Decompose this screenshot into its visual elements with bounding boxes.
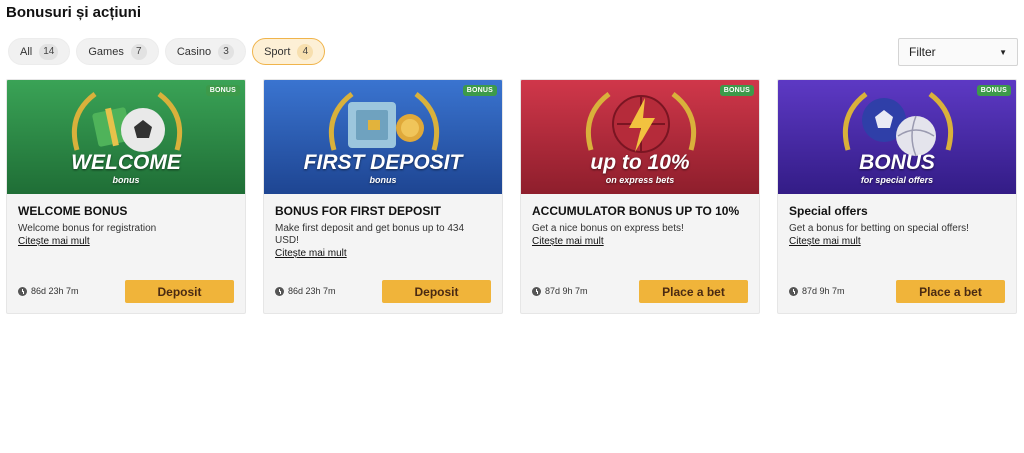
card-title: ACCUMULATOR BONUS UP TO 10% xyxy=(532,204,740,218)
banner-title: WELCOME xyxy=(71,151,181,174)
clock-icon xyxy=(532,286,541,296)
chip-label: All xyxy=(20,45,33,58)
card-title: BONUS FOR FIRST DEPOSIT xyxy=(275,204,442,218)
bonus-card-special-offers[interactable]: BONUS BONUS for special offers Special o… xyxy=(777,79,1017,314)
banner-title: BONUS xyxy=(859,151,935,174)
chip-casino[interactable]: Casino 3 xyxy=(164,38,247,65)
chip-label: Games xyxy=(88,45,124,58)
bonus-cards: BONUS WELCOME bonus WELCOME BONUS Welcom… xyxy=(6,79,1018,314)
banner-subtitle: for special offers xyxy=(860,175,934,185)
chip-count: 14 xyxy=(39,43,59,60)
countdown-value: 86d 23h 7m xyxy=(288,286,336,296)
deposit-button[interactable]: Deposit xyxy=(125,280,234,303)
countdown-timer: 87d 9h 7m xyxy=(789,286,845,296)
bonus-card-welcome[interactable]: BONUS WELCOME bonus WELCOME BONUS Welcom… xyxy=(6,79,246,314)
bonus-badge: BONUS xyxy=(205,85,240,96)
read-more-link[interactable]: Citește mai mult xyxy=(789,235,1004,248)
chip-count: 4 xyxy=(297,43,314,60)
filter-dropdown[interactable]: Filter ▼ xyxy=(898,38,1018,66)
bonus-card-first-deposit[interactable]: BONUS FIRST DEPOSIT bonus BONUS FOR FIRS… xyxy=(263,79,503,314)
card-description-block: Welcome bonus for registration Citește m… xyxy=(18,223,233,248)
card-description-block: Get a bonus for betting on special offer… xyxy=(789,223,1004,248)
countdown-value: 86d 23h 7m xyxy=(31,286,79,296)
deposit-button[interactable]: Deposit xyxy=(382,280,491,303)
banner-subtitle: bonus xyxy=(369,175,397,185)
card-banner: BONUS WELCOME bonus xyxy=(7,80,245,194)
read-more-link[interactable]: Citește mai mult xyxy=(18,235,233,248)
card-description: Get a bonus for betting on special offer… xyxy=(789,223,969,234)
bonus-badge: BONUS xyxy=(719,85,754,96)
countdown-value: 87d 9h 7m xyxy=(545,286,588,296)
card-title: WELCOME BONUS xyxy=(18,204,128,218)
card-banner: BONUS BONUS for special offers xyxy=(778,80,1016,194)
countdown-timer: 87d 9h 7m xyxy=(532,286,588,296)
filter-dropdown-value: Filter xyxy=(909,45,936,59)
chip-label: Sport xyxy=(264,45,291,58)
banner-subtitle: bonus xyxy=(112,175,140,185)
card-banner: BONUS up to 10% on express bets xyxy=(521,80,759,194)
chip-all[interactable]: All 14 xyxy=(8,38,71,65)
caret-down-icon: ▼ xyxy=(999,47,1007,57)
countdown-value: 87d 9h 7m xyxy=(802,286,845,296)
countdown-timer: 86d 23h 7m xyxy=(18,286,79,296)
chip-count: 3 xyxy=(218,43,235,60)
chip-label: Casino xyxy=(176,45,212,58)
category-filter-chips: All 14 Games 7 Casino 3 Sport 4 xyxy=(8,38,326,65)
banner-subtitle: on express bets xyxy=(605,175,675,185)
bonus-badge: BONUS xyxy=(462,85,497,96)
clock-icon xyxy=(18,286,27,296)
clock-icon xyxy=(275,286,284,296)
card-banner: BONUS FIRST DEPOSIT bonus xyxy=(264,80,502,194)
chip-games[interactable]: Games 7 xyxy=(76,38,159,65)
card-description: Welcome bonus for registration xyxy=(18,223,157,234)
banner-title: up to 10% xyxy=(590,151,690,174)
card-description: Get a nice bonus on express bets! xyxy=(532,223,684,234)
card-title: Special offers xyxy=(789,204,868,218)
place-bet-button[interactable]: Place a bet xyxy=(639,280,748,303)
clock-icon xyxy=(789,286,798,296)
banner-title: FIRST DEPOSIT xyxy=(303,151,463,174)
chip-sport[interactable]: Sport 4 xyxy=(252,38,326,65)
countdown-timer: 86d 23h 7m xyxy=(275,286,336,296)
card-description-block: Get a nice bonus on express bets! Citeșt… xyxy=(532,223,747,248)
place-bet-button[interactable]: Place a bet xyxy=(896,280,1005,303)
bonus-badge: BONUS xyxy=(976,85,1011,96)
card-description-block: Make first deposit and get bonus up to 4… xyxy=(275,223,490,260)
page-title: Bonusuri și acțiuni xyxy=(6,4,142,21)
chip-count: 7 xyxy=(130,43,147,60)
read-more-link[interactable]: Citește mai mult xyxy=(275,247,490,260)
read-more-link[interactable]: Citește mai mult xyxy=(532,235,747,248)
card-description: Make first deposit and get bonus up to 4… xyxy=(275,223,465,246)
bonus-card-accumulator[interactable]: BONUS up to 10% on express bets ACCUMULA… xyxy=(520,79,760,314)
